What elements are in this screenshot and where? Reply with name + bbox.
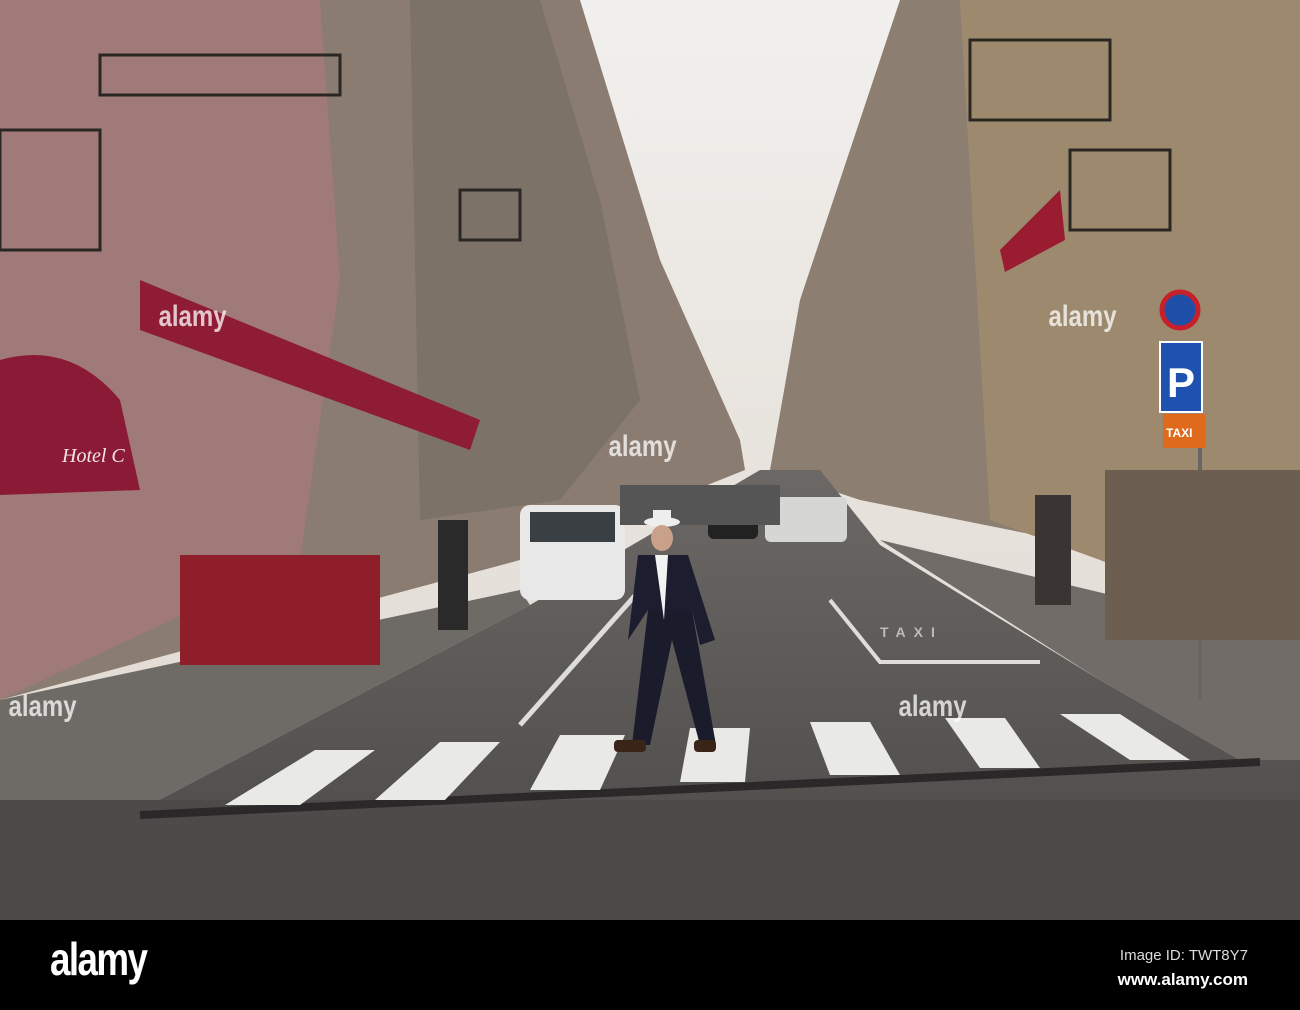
pedestrian-left (438, 520, 468, 630)
watermark: alamy (898, 690, 967, 723)
souvenir-stand (1105, 470, 1300, 640)
website-link[interactable]: www.alamy.com (1118, 970, 1248, 990)
alamy-logo: alamy (50, 933, 148, 985)
watermark: alamy (1048, 300, 1117, 333)
footer-bar: alamy Image ID: TWT8Y7 www.alamy.com (0, 920, 1300, 1010)
road-taxi-marking: TAXI (880, 624, 943, 640)
no-stopping-sign (1159, 289, 1201, 331)
watermark: alamy (608, 430, 677, 463)
white-van-windshield (530, 512, 615, 542)
image-id: Image ID: TWT8Y7 (1119, 947, 1248, 964)
parking-sign-text: P (1167, 359, 1195, 406)
distant-traffic (620, 485, 780, 525)
road-foreground (0, 800, 1300, 920)
pedestrian-right (1035, 495, 1071, 605)
watermark: alamy (8, 690, 77, 723)
cafe-seating (180, 555, 380, 665)
hotel-awning-text: Hotel C (61, 445, 125, 467)
watermark: alamy (158, 300, 227, 333)
taxi-sign-text: TAXI (1166, 426, 1192, 440)
